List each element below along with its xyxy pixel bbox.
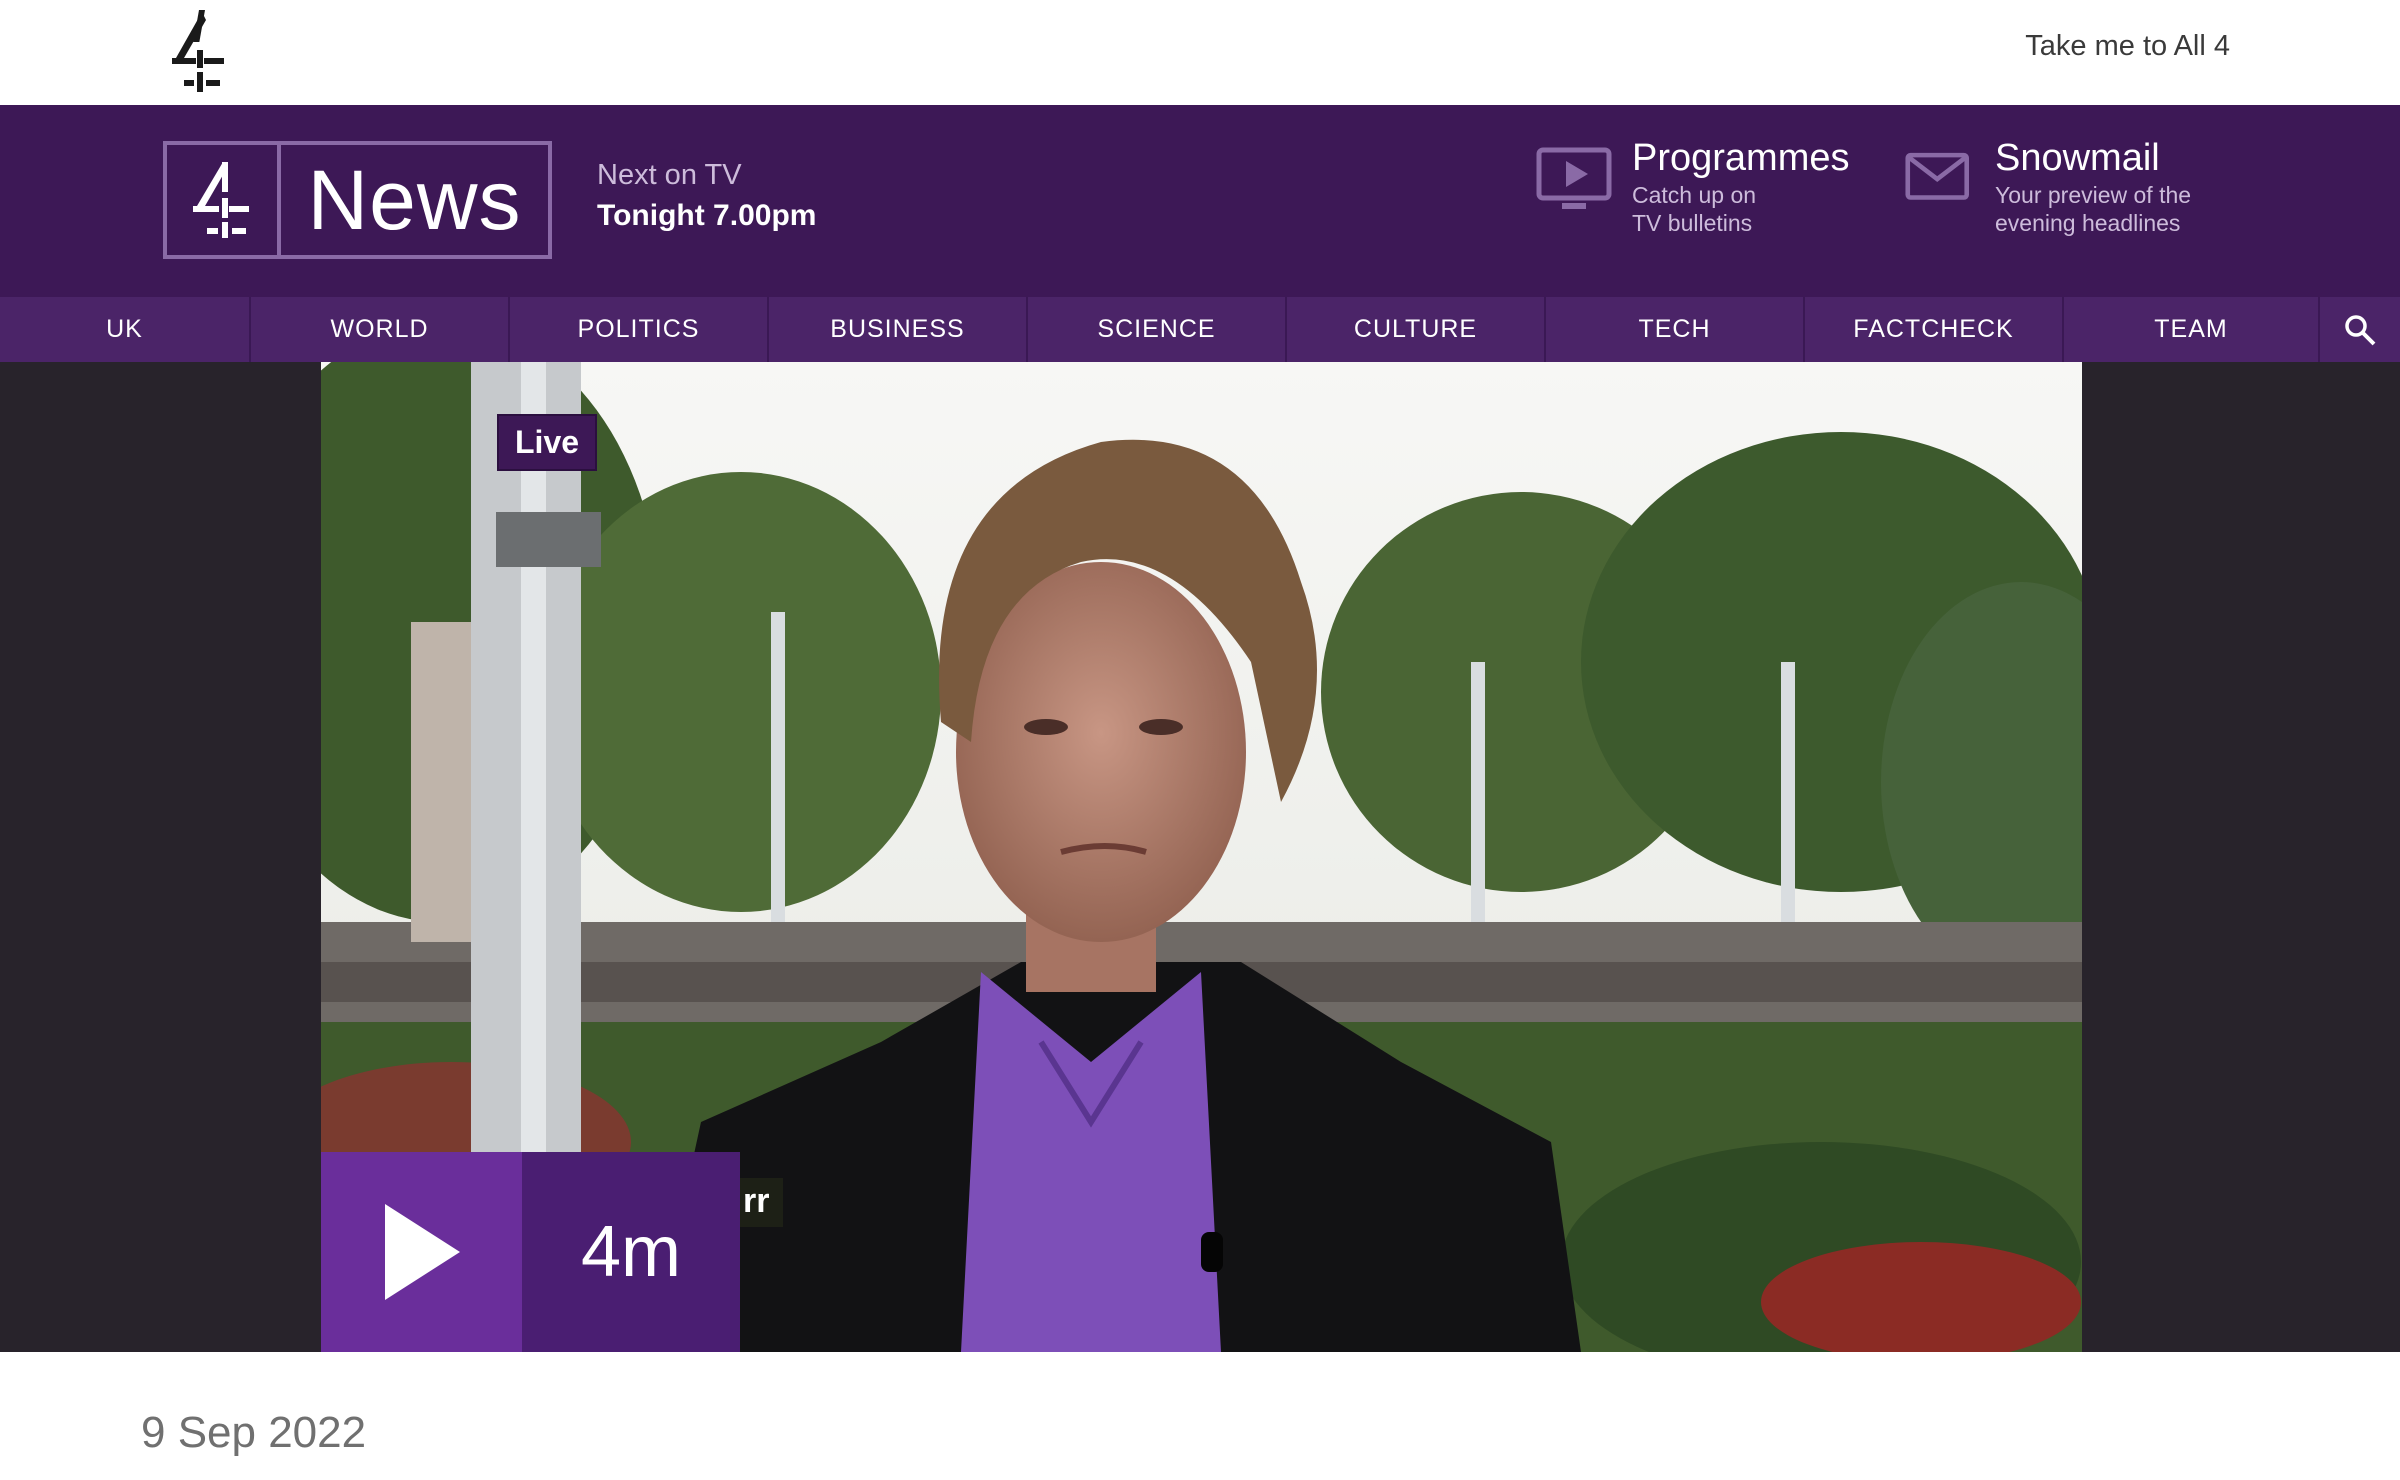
- programmes-text: Programmes Catch up on TV bulletins: [1632, 135, 1850, 237]
- tv-play-icon: [1536, 147, 1612, 209]
- next-on-tv-time[interactable]: Tonight 7.00pm: [597, 199, 816, 233]
- programmes-sub-1: Catch up on: [1632, 182, 1757, 208]
- main-nav: UK WORLD POLITICS BUSINESS SCIENCE CULTU…: [0, 297, 2400, 362]
- nav-item-uk[interactable]: UK: [0, 297, 251, 362]
- video-player[interactable]: Live rr 4m: [321, 362, 2082, 1352]
- channel-4-logo-cell: [167, 145, 281, 255]
- nav-item-politics[interactable]: POLITICS: [510, 297, 769, 362]
- snowmail-link[interactable]: Snowmail Your preview of the evening hea…: [1905, 135, 2191, 237]
- channel-4-news-logo[interactable]: News: [163, 141, 552, 259]
- article-date: 9 Sep 2022: [141, 1408, 367, 1457]
- play-icon: [384, 1204, 460, 1300]
- snowmail-sub-1: Your preview of the: [1995, 182, 2192, 208]
- nav-item-factcheck[interactable]: FACTCHECK: [1805, 297, 2064, 362]
- programmes-link[interactable]: Programmes Catch up on TV bulletins: [1536, 135, 1850, 237]
- snowmail-title: Snowmail: [1995, 137, 2160, 179]
- snowmail-text: Snowmail Your preview of the evening hea…: [1995, 135, 2191, 237]
- top-bar: Take me to All 4: [0, 0, 2400, 105]
- live-badge: Live: [497, 414, 598, 471]
- site-header: News Next on TV Tonight 7.00pm Programme…: [0, 105, 2400, 297]
- brand-word: News: [307, 152, 522, 247]
- programmes-sub-2: TV bulletins: [1632, 210, 1753, 236]
- channel-4-logo[interactable]: [166, 10, 228, 92]
- nav-item-world[interactable]: WORLD: [251, 297, 510, 362]
- nav-item-business[interactable]: BUSINESS: [769, 297, 1028, 362]
- all4-link[interactable]: Take me to All 4: [2025, 30, 2230, 63]
- video-duration: 4m: [522, 1152, 740, 1352]
- envelope-icon: [1905, 152, 1970, 200]
- snowmail-sub-2: evening headlines: [1995, 210, 2181, 236]
- search-button[interactable]: [2320, 297, 2400, 362]
- search-icon: [2345, 314, 2376, 345]
- name-strap: rr: [733, 1178, 784, 1227]
- channel-4-logo-icon: [193, 162, 249, 238]
- nav-item-science[interactable]: SCIENCE: [1028, 297, 1287, 362]
- nav-item-tech[interactable]: TECH: [1546, 297, 1805, 362]
- video-hero: Live rr 4m: [0, 362, 2400, 1352]
- nav-item-team[interactable]: TEAM: [2064, 297, 2320, 362]
- nav-item-culture[interactable]: CULTURE: [1287, 297, 1546, 362]
- play-button[interactable]: [321, 1152, 522, 1352]
- next-on-tv-label: Next on TV: [597, 159, 742, 191]
- programmes-title: Programmes: [1632, 137, 1850, 179]
